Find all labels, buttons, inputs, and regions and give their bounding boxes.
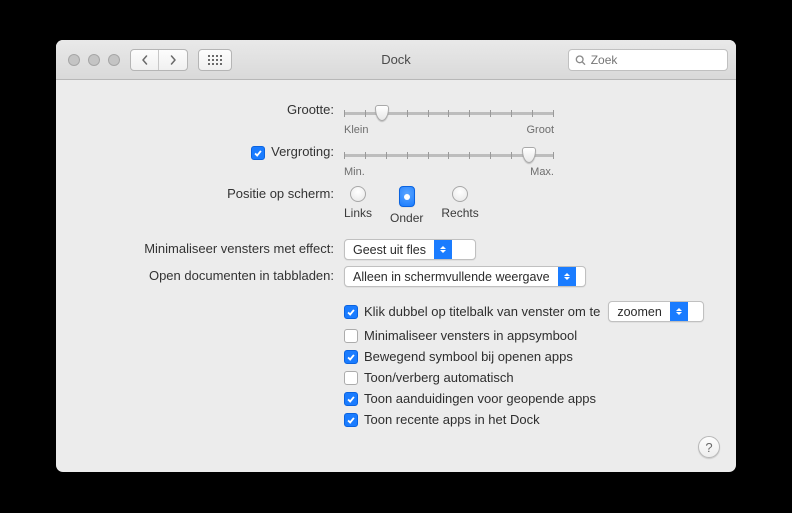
- check-minimize-into-icon: Minimaliseer vensters in appsymbool: [344, 328, 708, 343]
- size-slider-thumb[interactable]: [375, 105, 389, 121]
- animate-open-checkbox[interactable]: [344, 350, 358, 364]
- stepper-icon: [434, 240, 452, 259]
- preferences-window: Dock Grootte: Klein Groot: [56, 40, 736, 472]
- open-tabs-select[interactable]: Alleen in schermvullende weergave: [344, 266, 586, 287]
- size-max-label: Groot: [526, 124, 554, 136]
- position-left-label: Links: [344, 206, 372, 220]
- indicators-label: Toon aanduidingen voor geopende apps: [364, 391, 596, 406]
- check-icon: [346, 307, 356, 317]
- forward-button[interactable]: [159, 50, 187, 70]
- position-label: Positie op scherm:: [84, 184, 344, 201]
- open-tabs-label: Open documenten in tabbladen:: [84, 266, 344, 283]
- animate-open-label: Bewegend symbool bij openen apps: [364, 349, 573, 364]
- position-radio-left[interactable]: [350, 186, 366, 202]
- window-controls: [68, 54, 120, 66]
- minimize-effect-label: Minimaliseer vensters met effect:: [84, 239, 344, 256]
- stepper-icon: [558, 267, 576, 286]
- doubleclick-action-select[interactable]: zoomen: [608, 301, 704, 322]
- help-button[interactable]: ?: [698, 436, 720, 458]
- magnification-checkbox[interactable]: [251, 146, 265, 160]
- row-minimize-effect: Minimaliseer vensters met effect: Geest …: [84, 239, 708, 260]
- recent-apps-label: Toon recente apps in het Dock: [364, 412, 540, 427]
- grid-icon: [208, 55, 222, 65]
- chevron-right-icon: [168, 55, 178, 65]
- row-position: Positie op scherm: Links Onder Rechts: [84, 184, 708, 225]
- recent-apps-checkbox[interactable]: [344, 413, 358, 427]
- minimize-window-button[interactable]: [88, 54, 100, 66]
- titlebar: Dock: [56, 40, 736, 80]
- open-tabs-value: Alleen in schermvullende weergave: [345, 270, 558, 284]
- doubleclick-label: Klik dubbel op titelbalk van venster om …: [364, 304, 600, 319]
- check-doubleclick: Klik dubbel op titelbalk van venster om …: [344, 301, 708, 322]
- chevron-left-icon: [140, 55, 150, 65]
- doubleclick-checkbox[interactable]: [344, 305, 358, 319]
- search-icon: [575, 54, 586, 66]
- check-animate-open: Bewegend symbool bij openen apps: [344, 349, 708, 364]
- magnification-min-label: Min.: [344, 166, 365, 178]
- magnification-max-label: Max.: [530, 166, 554, 178]
- size-min-label: Klein: [344, 124, 368, 136]
- check-autohide: Toon/verberg automatisch: [344, 370, 708, 385]
- stepper-icon: [670, 302, 688, 321]
- row-magnification: Vergroting: Min. Max.: [84, 142, 708, 178]
- indicators-checkbox[interactable]: [344, 392, 358, 406]
- position-radio-right[interactable]: [452, 186, 468, 202]
- autohide-label: Toon/verberg automatisch: [364, 370, 514, 385]
- show-all-button[interactable]: [198, 49, 232, 71]
- search-field[interactable]: [568, 49, 728, 71]
- content: Grootte: Klein Groot: [56, 80, 736, 453]
- magnification-label: Vergroting:: [271, 144, 334, 159]
- minimize-into-icon-label: Minimaliseer vensters in appsymbool: [364, 328, 577, 343]
- row-checks: Klik dubbel op titelbalk van venster om …: [84, 295, 708, 427]
- autohide-checkbox[interactable]: [344, 371, 358, 385]
- position-radio-bottom[interactable]: [399, 186, 415, 207]
- check-icon: [346, 415, 356, 425]
- position-bottom-label: Onder: [390, 211, 423, 225]
- check-icon: [253, 148, 263, 158]
- doubleclick-action-value: zoomen: [609, 305, 669, 319]
- magnification-slider[interactable]: [344, 146, 554, 164]
- zoom-window-button[interactable]: [108, 54, 120, 66]
- minimize-effect-select[interactable]: Geest uit fles: [344, 239, 476, 260]
- position-right-label: Rechts: [441, 206, 478, 220]
- check-indicators: Toon aanduidingen voor geopende apps: [344, 391, 708, 406]
- size-label: Grootte:: [84, 100, 344, 117]
- nav-back-forward: [130, 49, 188, 71]
- size-slider[interactable]: [344, 104, 554, 122]
- row-open-tabs: Open documenten in tabbladen: Alleen in …: [84, 266, 708, 287]
- close-window-button[interactable]: [68, 54, 80, 66]
- check-icon: [346, 394, 356, 404]
- back-button[interactable]: [131, 50, 159, 70]
- check-recent-apps: Toon recente apps in het Dock: [344, 412, 708, 427]
- row-size: Grootte: Klein Groot: [84, 100, 708, 136]
- minimize-into-icon-checkbox[interactable]: [344, 329, 358, 343]
- magnification-slider-thumb[interactable]: [522, 147, 536, 163]
- check-icon: [346, 352, 356, 362]
- minimize-effect-value: Geest uit fles: [345, 243, 434, 257]
- search-input[interactable]: [591, 53, 721, 67]
